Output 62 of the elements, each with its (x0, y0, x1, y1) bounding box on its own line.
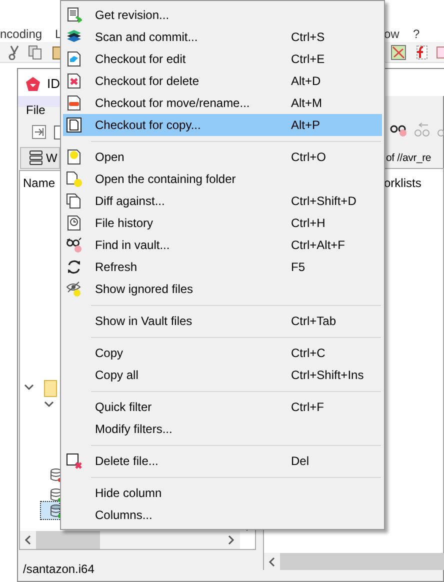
menu-item[interactable]: Hide column (63, 482, 382, 504)
document-x-icon (66, 73, 82, 89)
panel-caption: of //avr_re (386, 151, 432, 165)
documents-icon (66, 193, 82, 209)
menu-item[interactable]: Checkout for edit Ctrl+E (63, 48, 382, 70)
column-header[interactable]: orklists (384, 176, 422, 190)
menu-item[interactable]: Open Ctrl+O (63, 146, 382, 168)
document-icon (66, 117, 82, 133)
eye-icon (66, 281, 82, 297)
refresh-icon (66, 259, 82, 275)
menu-item[interactable]: ncoding (0, 27, 42, 41)
scroll-left-icon[interactable] (268, 557, 275, 567)
menu-item[interactable]: Open the containing folder (63, 168, 382, 190)
file-path: /santazon.i64 (23, 562, 94, 576)
menu-item[interactable]: Copy Ctrl+C (63, 342, 382, 364)
scrollbar-track (264, 553, 280, 570)
document-icon (66, 95, 82, 111)
scissors-icon[interactable] (8, 45, 20, 60)
document-icon (66, 51, 82, 67)
menu-item[interactable]: Show in Vault files Ctrl+Tab (63, 310, 382, 332)
menu-item[interactable]: File history Ctrl+H (63, 212, 382, 234)
map-icon[interactable] (391, 45, 406, 60)
column-header[interactable]: Name (23, 176, 56, 190)
menu-item[interactable]: ow (384, 27, 400, 41)
scrollbar-thumb[interactable] (280, 553, 444, 570)
layers-icon (66, 29, 82, 45)
document-icon (66, 171, 82, 187)
scroll-right-icon[interactable] (228, 535, 235, 545)
function-icon[interactable] (414, 45, 428, 60)
glasses-icon[interactable] (390, 123, 408, 137)
app-logo-icon (26, 77, 40, 91)
import-icon[interactable] (32, 125, 46, 140)
clock-document-icon (66, 215, 82, 231)
menu-item[interactable]: Checkout for copy... Alt+P (63, 114, 382, 136)
menu-item[interactable]: ? (413, 27, 420, 41)
menu-item[interactable]: Quick filter Ctrl+F (63, 396, 382, 418)
scroll-left-icon[interactable] (24, 535, 31, 545)
glasses-icon (66, 237, 82, 253)
menu-item[interactable]: Delete file... Del (63, 450, 382, 472)
copy-icon[interactable] (28, 45, 42, 60)
menu-item[interactable]: Scan and commit... Ctrl+S (63, 26, 382, 48)
menu-item[interactable]: Checkout for move/rename... Alt+M (63, 92, 382, 114)
menu-item[interactable]: Show ignored files (63, 278, 382, 300)
panel-button-label: W (46, 151, 58, 165)
panel-button[interactable] (20, 147, 60, 169)
document-icon[interactable] (436, 46, 444, 59)
menu-item[interactable]: Refresh F5 (63, 256, 382, 278)
menu-item[interactable]: Copy all Ctrl+Shift+Ins (63, 364, 382, 386)
document-x-icon (66, 453, 82, 469)
list-icon[interactable] (29, 150, 43, 165)
menu-item[interactable]: Get revision... (63, 4, 382, 26)
document-arrow-icon (66, 7, 82, 23)
document-icon (66, 149, 82, 165)
window-title: ID (47, 77, 60, 91)
menu-item[interactable]: Columns... (63, 504, 382, 526)
menu-item[interactable]: Find in vault... Ctrl+Alt+F (63, 234, 382, 256)
scrollbar-thumb[interactable] (36, 531, 100, 549)
menu-item[interactable]: Checkout for delete Alt+D (63, 70, 382, 92)
menu-item[interactable]: File (26, 103, 46, 117)
folder-icon (44, 380, 57, 397)
menu-item[interactable]: Diff against... Ctrl+Shift+D (63, 190, 382, 212)
menu-item[interactable]: Modify filters... (63, 418, 382, 440)
